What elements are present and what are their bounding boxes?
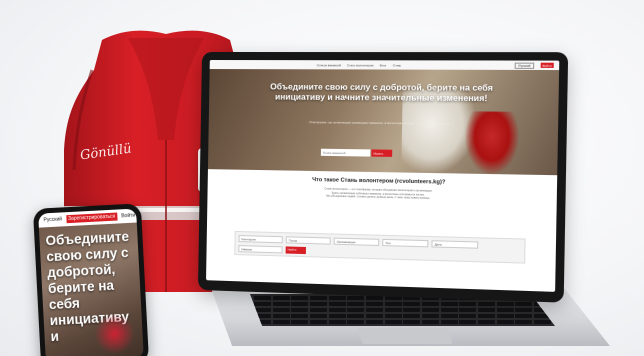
- filter-category[interactable]: Категория: [238, 235, 283, 244]
- phone-screen: Русский Зарегистрироваться Войти Объедин…: [38, 208, 144, 356]
- filter-city[interactable]: Город: [285, 236, 331, 245]
- filter-organization[interactable]: Организация: [333, 237, 380, 246]
- laptop-screen: Список вакансий Стать волонтером Блог О …: [206, 59, 560, 292]
- about-title: Что такое Стань волонтером (rcvolunteers…: [312, 177, 446, 186]
- nav-link-blog[interactable]: Блог: [380, 63, 387, 67]
- nav-link-vacancies[interactable]: Список вакансий: [317, 63, 341, 67]
- phone-login-link[interactable]: Войти: [121, 213, 135, 220]
- nav-link-become-volunteer[interactable]: Стать волонтером: [347, 63, 373, 67]
- language-select[interactable]: Русский: [515, 62, 534, 69]
- filter-skills[interactable]: Навыки: [238, 245, 283, 254]
- hero-search-input[interactable]: Поиск вакансий: [320, 148, 371, 157]
- vacancy-filter-bar: Категория Город Организация Тип Дата Нав…: [234, 230, 526, 264]
- laptop-trackpad: [357, 328, 453, 344]
- laptop-mockup: Список вакансий Стать волонтером Блог О …: [190, 51, 620, 352]
- phone-hero-image: [93, 312, 136, 355]
- hero-section: Объедините свою силу с добротой, берите …: [207, 69, 560, 176]
- filter-type[interactable]: Тип: [382, 238, 429, 248]
- hero-title: Объедините свою силу с добротой, берите …: [270, 81, 494, 104]
- laptop-lid: Список вакансий Стать волонтером Блог О …: [197, 51, 569, 303]
- filter-apply-button[interactable]: Найти: [285, 246, 307, 255]
- phone-mockup: Русский Зарегистрироваться Войти Объедин…: [32, 203, 150, 356]
- nav-link-about[interactable]: О нас: [393, 63, 401, 67]
- hero-search-button[interactable]: Искать: [371, 149, 393, 157]
- login-button[interactable]: Войти: [540, 62, 554, 68]
- promo-scene: Gönüllü KIZILAY: [0, 0, 644, 356]
- filter-date[interactable]: Дата: [431, 240, 479, 249]
- hero-subtitle: Платформа, где организации размещают вак…: [309, 120, 451, 126]
- phone-language-select[interactable]: Русский: [43, 216, 62, 223]
- phone-register-button[interactable]: Зарегистрироваться: [65, 212, 118, 224]
